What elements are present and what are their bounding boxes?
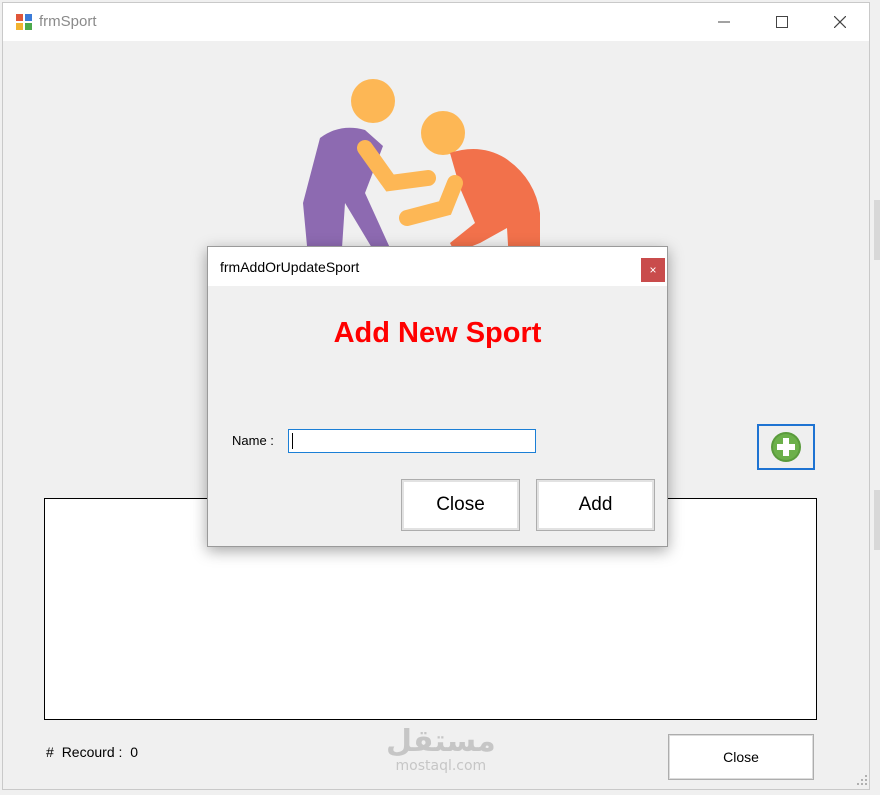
records-count: 0 <box>130 744 139 760</box>
close-button[interactable]: Close <box>668 734 814 780</box>
dialog-heading: Add New Sport <box>333 317 542 349</box>
dialog-title: frmAddOrUpdateSport <box>220 259 360 275</box>
maximize-button[interactable] <box>753 3 811 41</box>
close-icon: × <box>649 263 657 277</box>
dialog-titlebar[interactable]: frmAddOrUpdateSport × <box>208 247 667 286</box>
records-label: # Recourd : 0 <box>46 744 142 760</box>
records-hash: # <box>46 744 54 760</box>
records-text: Recourd : <box>61 744 123 760</box>
plus-circle-icon <box>771 432 801 462</box>
add-sport-button[interactable] <box>757 424 815 470</box>
close-icon <box>834 16 846 28</box>
edge-scroll-1 <box>874 200 880 260</box>
minimize-button[interactable] <box>695 3 753 41</box>
name-input[interactable] <box>288 429 536 453</box>
resize-grip-icon[interactable] <box>856 774 868 786</box>
close-window-button[interactable] <box>811 3 869 41</box>
watermark-arabic: مستقل <box>386 724 496 759</box>
dialog-add-button[interactable]: Add <box>536 479 655 531</box>
dialog-close-action-button[interactable]: Close <box>401 479 520 531</box>
maximize-icon <box>776 16 788 28</box>
watermark-latin: mostaql.com <box>395 758 487 774</box>
dialog-close-button[interactable]: × <box>641 258 665 282</box>
watermark: مستقل mostaql.com <box>386 724 496 775</box>
edge-scroll-2 <box>874 490 880 550</box>
main-titlebar[interactable]: frmSport <box>3 3 869 41</box>
add-sport-dialog: frmAddOrUpdateSport × Add New Sport Name… <box>207 246 668 547</box>
window-title: frmSport <box>39 13 97 30</box>
minimize-icon <box>718 21 730 23</box>
text-caret <box>292 433 293 449</box>
app-icon <box>16 14 32 30</box>
name-label: Name : <box>232 433 274 448</box>
